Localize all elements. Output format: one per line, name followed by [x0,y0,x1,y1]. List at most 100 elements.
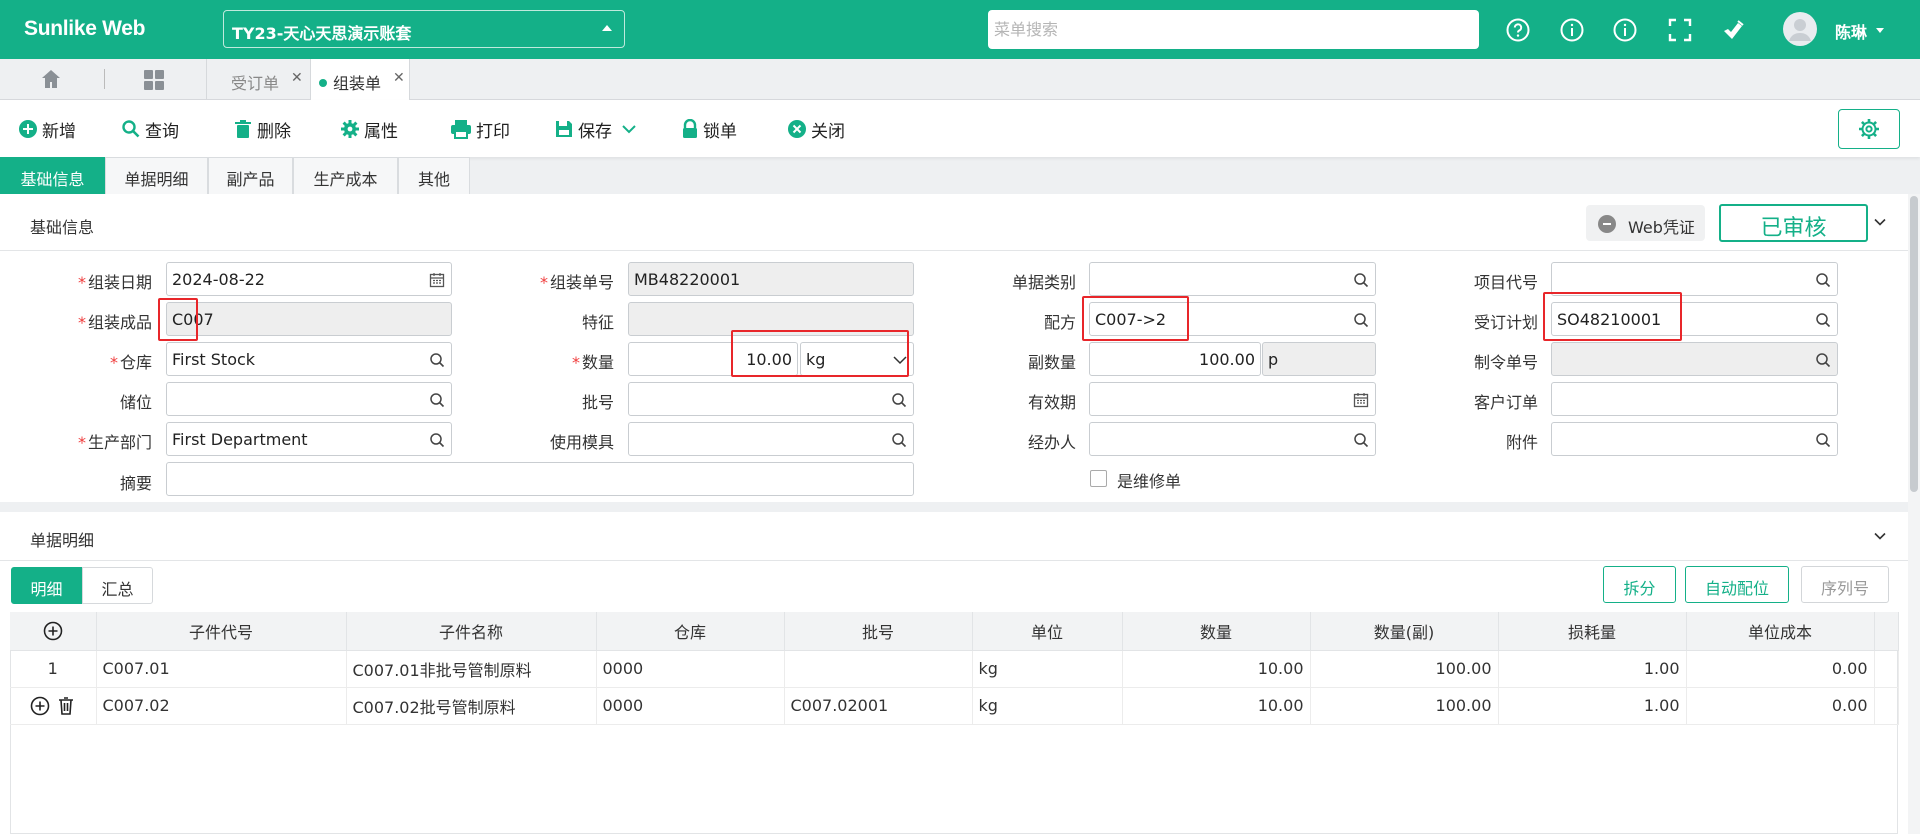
cell-batch[interactable]: C007.02001 [784,687,973,725]
mold-field[interactable] [628,422,914,456]
cell-code[interactable]: C007.01 [96,650,347,688]
close-icon[interactable]: ✕ [393,70,405,86]
user-caret-icon[interactable] [1876,28,1884,33]
label-batch: 批号 [581,393,614,412]
column-header[interactable]: 损耗量 [1498,612,1687,651]
assembly-product-field[interactable]: C007 [166,302,452,336]
project-code-field[interactable] [1551,262,1838,296]
tab-detail[interactable]: 明细 [11,567,82,604]
serial-number-button[interactable]: 序列号 [1801,566,1889,603]
split-button[interactable]: 拆分 [1603,566,1676,603]
customer-order-field[interactable] [1551,382,1838,416]
label-assembly-no: * 组装单号 [539,273,614,292]
label-project-code: 项目代号 [1473,273,1538,292]
handler-field[interactable] [1089,422,1376,456]
add-row-header[interactable] [10,612,97,651]
assembly-no-field[interactable]: MB48220001 [628,262,914,296]
cell-warehouse[interactable]: 0000 [596,650,785,688]
warehouse-field[interactable]: First Stock [166,342,452,376]
search-icon [892,433,907,448]
menu-search-input[interactable] [988,10,1479,49]
collapse-chevron-icon[interactable] [1874,530,1886,542]
expiry-field[interactable] [1089,382,1376,416]
clear-cache-icon[interactable] [1720,17,1746,43]
save-button[interactable]: 保存 [554,118,640,142]
tab-assembly-order[interactable]: 组装单 ✕ [310,59,410,100]
cell-warehouse[interactable]: 0000 [596,687,785,725]
tab-document-details[interactable]: 单据明细 [105,157,208,194]
add-button[interactable]: 新增 [18,118,76,142]
highlight-box [158,298,198,341]
cell-sub-quantity[interactable]: 100.00 [1310,650,1499,688]
column-header[interactable]: 单位成本 [1686,612,1875,651]
table-row[interactable]: 1 C007.01 C007.01非批号管制原料 0000 kg 10.00 1… [10,650,1899,688]
auto-allocate-button[interactable]: 自动配位 [1685,566,1789,603]
column-header[interactable]: 仓库 [596,612,785,651]
batch-field[interactable] [628,382,914,416]
column-header[interactable]: 子件代号 [96,612,347,651]
lock-button[interactable]: 锁单 [681,118,737,142]
summary-field[interactable] [166,462,914,496]
column-header[interactable]: 子件名称 [346,612,597,651]
close-button[interactable]: 关闭 [787,118,845,142]
label-expiry: 有效期 [1027,393,1076,412]
scrollbar-thumb[interactable] [1910,196,1918,492]
cell-code[interactable]: C007.02 [96,687,347,725]
cell-unit[interactable]: kg [972,687,1123,725]
assembly-date-field[interactable]: 2024-08-22 [166,262,452,296]
delete-row-icon[interactable] [56,696,76,716]
info-icon[interactable] [1559,17,1585,43]
cell-batch[interactable] [784,650,973,688]
column-header[interactable]: 数量(副) [1310,612,1499,651]
cell-loss[interactable]: 1.00 [1498,650,1687,688]
sub-unit-field[interactable]: p [1262,342,1376,376]
tab-label: 组装单 [333,74,382,93]
print-button[interactable]: 打印 [450,118,510,142]
cell-sub-quantity[interactable]: 100.00 [1310,687,1499,725]
delete-button[interactable]: 删除 [233,118,291,142]
column-header[interactable]: 批号 [784,612,973,651]
cell-quantity[interactable]: 10.00 [1122,650,1311,688]
search-icon [430,433,445,448]
collapse-chevron-icon[interactable] [1874,216,1886,228]
column-header[interactable]: 数量 [1122,612,1311,651]
properties-button[interactable]: 属性 [340,118,398,142]
about-icon[interactable] [1612,17,1638,43]
sub-quantity-field[interactable]: 100.00 [1089,342,1261,376]
repair-checkbox[interactable] [1090,470,1107,487]
department-field[interactable]: First Department [166,422,452,456]
tab-sales-order[interactable]: 受订单 ✕ [206,59,310,100]
web-voucher-button[interactable]: Web凭证 [1586,205,1705,241]
user-avatar[interactable] [1783,12,1817,46]
column-header[interactable]: 单位 [972,612,1123,651]
insert-row-icon[interactable] [30,696,50,716]
document-type-field[interactable] [1089,262,1376,296]
cell-unit-cost[interactable]: 0.00 [1686,650,1875,688]
tab-basic-info[interactable]: 基础信息 [0,157,105,194]
cell-name[interactable]: C007.02批号管制原料 [346,687,597,725]
apps-grid-icon[interactable] [143,69,165,91]
cell-quantity[interactable]: 10.00 [1122,687,1311,725]
table-row[interactable]: C007.02 C007.02批号管制原料 0000 C007.02001 kg… [10,687,1899,725]
tab-other[interactable]: 其他 [398,157,470,194]
query-button[interactable]: 查询 [121,118,179,142]
cell-name[interactable]: C007.01非批号管制原料 [346,650,597,688]
close-icon[interactable]: ✕ [291,70,303,86]
search-icon [122,120,140,138]
work-order-no-field[interactable] [1551,342,1838,376]
cell-unit[interactable]: kg [972,650,1123,688]
location-field[interactable] [166,382,452,416]
account-selector[interactable]: TY23-天心天思演示账套 [223,10,625,48]
panel-title: 基础信息 [30,218,95,237]
cell-loss[interactable]: 1.00 [1498,687,1687,725]
tab-by-products[interactable]: 副产品 [208,157,293,194]
fullscreen-icon[interactable] [1667,17,1693,43]
tab-summary[interactable]: 汇总 [82,567,153,604]
home-icon[interactable] [40,68,62,90]
user-name[interactable]: 陈琳 [1835,19,1867,43]
cell-unit-cost[interactable]: 0.00 [1686,687,1875,725]
attachment-field[interactable] [1551,422,1838,456]
settings-button[interactable] [1838,109,1900,149]
tab-production-cost[interactable]: 生产成本 [293,157,398,194]
help-icon[interactable] [1505,17,1531,43]
